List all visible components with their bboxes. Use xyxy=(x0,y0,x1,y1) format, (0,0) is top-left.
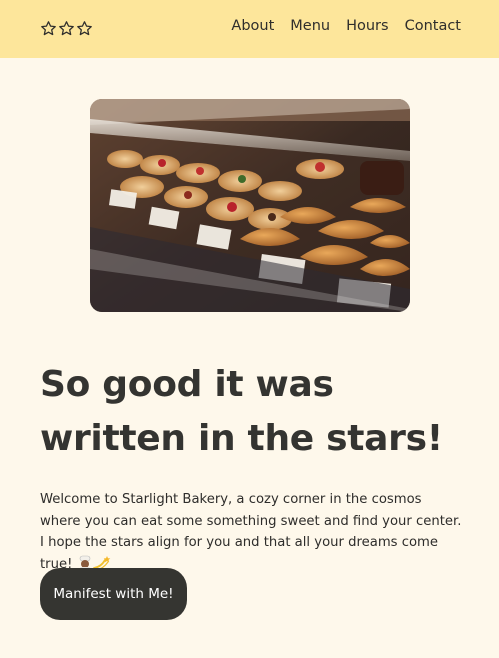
manifest-button[interactable]: Manifest with Me! xyxy=(40,568,187,620)
site-header: About Menu Hours Contact xyxy=(0,0,499,58)
bakery-display-case-image xyxy=(90,99,410,312)
star-icon xyxy=(40,20,57,37)
nav-link-contact[interactable]: Contact xyxy=(405,16,461,36)
logo[interactable] xyxy=(40,15,93,41)
star-icon xyxy=(76,20,93,37)
star-icon xyxy=(58,20,75,37)
hero-intro-text: Welcome to Starlight Bakery, a cozy corn… xyxy=(40,489,465,578)
nav-link-about[interactable]: About xyxy=(231,16,274,36)
hero-headline: So good it was written in the stars! xyxy=(40,364,443,459)
main-nav: About Menu Hours Contact xyxy=(231,16,461,36)
nav-link-hours[interactable]: Hours xyxy=(346,16,388,36)
nav-link-menu[interactable]: Menu xyxy=(290,16,330,36)
